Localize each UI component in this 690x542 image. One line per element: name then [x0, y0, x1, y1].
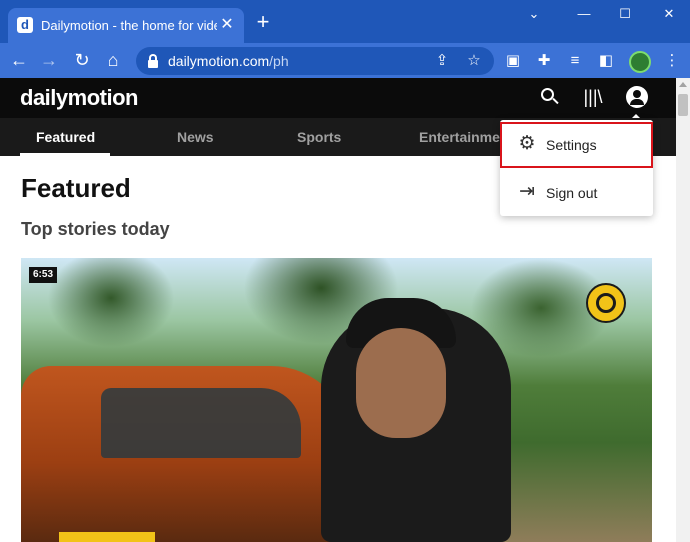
browser-tab-bar: d Dailymotion - the home for videos ✕ + … — [0, 0, 690, 43]
settings-menu-item[interactable]: ⚙ Settings — [500, 122, 653, 168]
page-scrollbar[interactable] — [676, 78, 690, 542]
bookmark-star-icon[interactable]: ☆ — [464, 51, 484, 71]
gear-icon: ⚙ — [518, 133, 536, 154]
browser-menu-icon[interactable]: ⋮ — [662, 51, 682, 71]
account-icon[interactable] — [626, 86, 648, 108]
reload-button[interactable]: ↻ — [71, 49, 93, 71]
scroll-up-arrow-icon[interactable] — [679, 82, 687, 87]
video-presenter-face — [356, 328, 446, 438]
home-button[interactable]: ⌂ — [102, 49, 124, 71]
sign-out-menu-item[interactable]: ⇥ Sign out — [500, 170, 653, 216]
browser-toolbar: ← → ↻ ⌂ dailymotion.com/ph ⇪ ☆ ▣ ✚ ≡ ◧ ⋮ — [0, 43, 690, 78]
library-icon[interactable]: |||\ — [582, 86, 604, 108]
media-control-icon[interactable]: ≡ — [565, 51, 585, 71]
url-path: /ph — [269, 53, 289, 69]
sign-out-icon: ⇥ — [519, 181, 535, 202]
back-button[interactable]: ← — [8, 49, 30, 71]
address-url[interactable]: dailymotion.com/ph — [168, 53, 289, 69]
side-panel-icon[interactable]: ◧ — [596, 51, 616, 71]
featured-video-thumbnail[interactable]: 6:53 — [21, 258, 652, 542]
video-lower-third-banner — [59, 532, 155, 542]
sign-out-label: Sign out — [546, 185, 598, 201]
lock-icon[interactable] — [148, 54, 158, 68]
channel-logo-icon — [586, 283, 626, 323]
extensions-puzzle-icon[interactable]: ✚ — [534, 51, 554, 71]
account-dropdown-menu: ⚙ Settings ⇥ Sign out — [500, 120, 653, 216]
profile-avatar[interactable] — [629, 51, 651, 73]
tab-title: Dailymotion - the home for videos — [41, 18, 217, 33]
video-car-window — [101, 388, 301, 458]
tab-featured[interactable]: Featured — [36, 129, 95, 145]
tab-news[interactable]: News — [177, 129, 214, 145]
new-tab-button[interactable]: + — [253, 11, 273, 33]
page-title: Featured — [21, 173, 131, 203]
video-duration-badge: 6:53 — [29, 267, 58, 283]
share-icon[interactable]: ⇪ — [432, 51, 452, 71]
tab-search-chevron-icon[interactable]: ⌄ — [525, 6, 543, 22]
url-host: dailymotion.com — [168, 53, 270, 69]
tab-entertainment[interactable]: Entertainment — [419, 129, 513, 145]
minimize-button[interactable]: — — [575, 6, 593, 22]
browser-tab[interactable]: d Dailymotion - the home for videos ✕ — [8, 8, 244, 43]
forward-button[interactable]: → — [38, 49, 60, 71]
site-header: dailymotion |||\ — [0, 78, 676, 120]
window-close-button[interactable]: ✕ — [660, 6, 678, 22]
extension-icon[interactable]: ▣ — [503, 51, 523, 71]
section-subtitle: Top stories today — [21, 219, 170, 239]
tab-sports[interactable]: Sports — [297, 129, 341, 145]
search-icon[interactable] — [539, 86, 561, 108]
settings-label: Settings — [546, 137, 597, 153]
address-bar[interactable]: dailymotion.com/ph ⇪ ☆ — [136, 47, 494, 75]
dailymotion-favicon-icon: d — [17, 17, 33, 33]
maximize-button[interactable]: ☐ — [616, 6, 634, 22]
dailymotion-logo[interactable]: dailymotion — [20, 86, 138, 110]
close-tab-icon[interactable]: ✕ — [219, 17, 235, 33]
scrollbar-thumb[interactable] — [678, 94, 688, 116]
